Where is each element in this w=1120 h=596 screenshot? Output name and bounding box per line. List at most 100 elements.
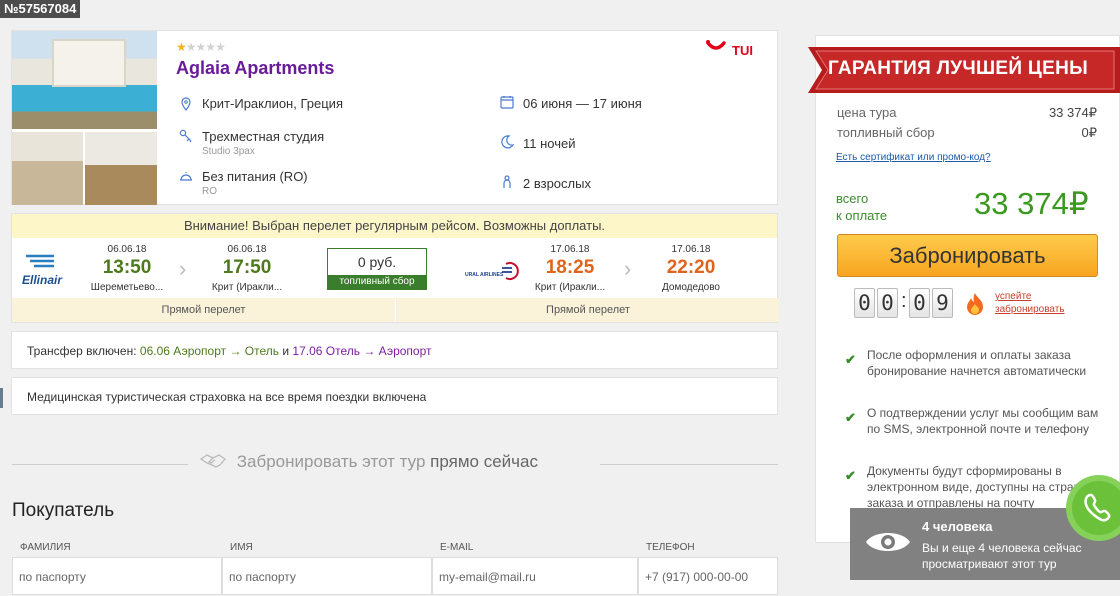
column-header-phone: Телефон: [646, 542, 695, 553]
name-field[interactable]: по паспорту: [222, 557, 432, 595]
return-departure-time: 18:25: [545, 257, 595, 278]
flight-card: Внимание! Выбран перелет регулярным рейс…: [11, 213, 779, 323]
meal-plan: Без питания (RO): [202, 169, 308, 184]
ural-airlines-logo: URAL AIRLINES: [465, 262, 519, 280]
book-now-emphasis: прямо сейчас: [430, 452, 538, 471]
hotel-stars: ★★★★★: [176, 40, 226, 54]
calendar-icon: [500, 96, 514, 109]
timer-digit: 0: [854, 288, 875, 318]
flight-warning: Внимание! Выбран перелет регулярным рейс…: [12, 214, 777, 238]
phone-field[interactable]: +7 (917) 000-00-00: [638, 557, 778, 595]
timer-digit: 0: [877, 288, 898, 318]
hurry-book-link-line2[interactable]: забронировать: [995, 303, 1065, 316]
book-button[interactable]: Забронировать: [837, 234, 1098, 277]
outbound-departure-city: Шереметьево...: [90, 282, 164, 293]
promo-code-link[interactable]: Есть сертификат или промо-код?: [836, 152, 991, 163]
handshake-icon: [199, 454, 226, 468]
person-icon: [503, 175, 511, 188]
key-icon: [179, 129, 192, 143]
column-header-email: E-mail: [440, 542, 474, 553]
room-type: Трехместная студия: [202, 129, 325, 144]
fuel-fee-label: топливный сбор: [837, 125, 935, 140]
star-icon: ★: [205, 40, 216, 54]
divider: [600, 464, 778, 465]
star-icon: ★: [195, 40, 207, 54]
eye-icon: [866, 533, 910, 551]
ellinair-logo: Ellinair: [22, 254, 63, 287]
timer-digit: 0: [909, 288, 930, 318]
hotel-photo-main[interactable]: [12, 31, 157, 129]
viewers-count: 4 человека: [922, 519, 993, 534]
direct-flight-label-return: Прямой перелет: [396, 298, 779, 322]
total-label-line1: всего: [836, 191, 869, 206]
fuel-fee-value: 0₽: [1081, 125, 1097, 140]
transfer-back-route: Отель → Аэропорт: [325, 344, 432, 358]
info-bullet: О подтверждении услуг мы сообщим вам по …: [867, 406, 1099, 436]
tour-price-label: цена тура: [837, 105, 897, 120]
hurry-book-link[interactable]: успейте забронировать: [995, 290, 1065, 316]
email-field[interactable]: my-email@mail.ru: [432, 557, 638, 595]
surname-field[interactable]: по паспорту: [12, 557, 222, 595]
return-arrival-city: Домодедово: [662, 282, 720, 293]
check-icon: ✔: [845, 352, 856, 367]
star-icon: ★: [185, 40, 197, 54]
guests-count: 2 взрослых: [523, 176, 591, 191]
total-label: всего к оплате: [836, 190, 887, 224]
column-header-surname: Фамилия: [20, 542, 71, 553]
ellinair-logo-text: Ellinair: [22, 273, 63, 287]
book-now-text: Забронировать этот тур: [236, 452, 426, 471]
tui-logo: TUI: [706, 40, 753, 58]
tour-price-value: 33 374₽: [1048, 105, 1097, 120]
return-departure-city: Крит (Иракли...: [534, 282, 606, 293]
return-departure-date: 17.06.18: [550, 244, 590, 255]
fire-icon: [967, 293, 983, 315]
chevron-right-icon: ›: [624, 256, 632, 281]
outbound-arrival-city: Крит (Иракли...: [211, 282, 283, 293]
callback-button[interactable]: [1066, 475, 1120, 541]
return-arrival-date: 17.06.18: [671, 244, 711, 255]
direct-flight-label-outbound: Прямой перелет: [12, 298, 395, 322]
location-pin-icon: [181, 97, 191, 111]
moon-icon: [501, 135, 514, 149]
order-id: №57567084: [0, 0, 81, 18]
nights-count: 11 ночей: [523, 136, 576, 151]
return-arrival-time: 22:20: [666, 257, 716, 278]
hotel-name[interactable]: Aglaia Apartments: [176, 58, 334, 79]
side-tab[interactable]: [0, 388, 3, 408]
transfer-and: и: [282, 344, 290, 358]
outbound-arrival-date: 06.06.18: [227, 244, 267, 255]
hotel-photo-thumb[interactable]: [12, 132, 83, 205]
tour-dates: 06 июня — 17 июня: [523, 96, 642, 111]
total-price: 33 374₽: [974, 186, 1089, 221]
hotel-location: Крит-Ираклион, Греция: [202, 96, 343, 111]
check-icon: ✔: [845, 410, 856, 425]
hotel-card: ★★★★★ Aglaia Apartments TUI Крит-Ираклио…: [11, 30, 778, 205]
tui-logo-text: TUI: [732, 43, 753, 58]
fuel-surcharge-label: топливный сбор: [328, 275, 426, 289]
insurance-card: Медицинская туристическая страховка на в…: [11, 377, 778, 415]
transfer-out-route: Аэропорт → Отель: [173, 344, 280, 358]
transfer-prefix: Трансфер включен:: [27, 344, 137, 358]
outbound-arrival-time: 17:50: [222, 257, 272, 278]
column-header-name: Имя: [230, 542, 253, 553]
meal-cloche-icon: [180, 172, 192, 181]
ural-airlines-logo-text: URAL AIRLINES: [465, 272, 504, 278]
hotel-photo-thumb[interactable]: [85, 132, 157, 205]
outbound-departure-date: 06.06.18: [107, 244, 147, 255]
total-label-line2: к оплате: [836, 208, 888, 223]
fuel-surcharge-box: 0 руб. топливный сбор: [327, 248, 427, 290]
book-now-heading: Забронировать этот тур прямо сейчас: [199, 452, 538, 472]
transfer-card: Трансфер включен: 06.06 Аэропорт → Отель…: [11, 331, 778, 369]
outbound-departure-time: 13:50: [102, 257, 152, 278]
info-bullet: После оформления и оплаты заказа брониро…: [867, 348, 1087, 378]
timer-colon: :: [901, 290, 907, 312]
hurry-book-link-line1[interactable]: успейте: [995, 290, 1065, 303]
room-type-sub: Studio 3pax: [202, 146, 255, 157]
buyer-section-title: Покупатель: [12, 500, 115, 521]
transfer-back-date: 17.06: [292, 344, 323, 358]
fuel-surcharge-amount: 0 руб.: [357, 254, 397, 270]
timer-digit: 9: [932, 288, 953, 318]
chevron-right-icon: ›: [179, 256, 187, 281]
phone-icon: [1084, 493, 1111, 522]
star-icon: ★: [215, 40, 226, 54]
